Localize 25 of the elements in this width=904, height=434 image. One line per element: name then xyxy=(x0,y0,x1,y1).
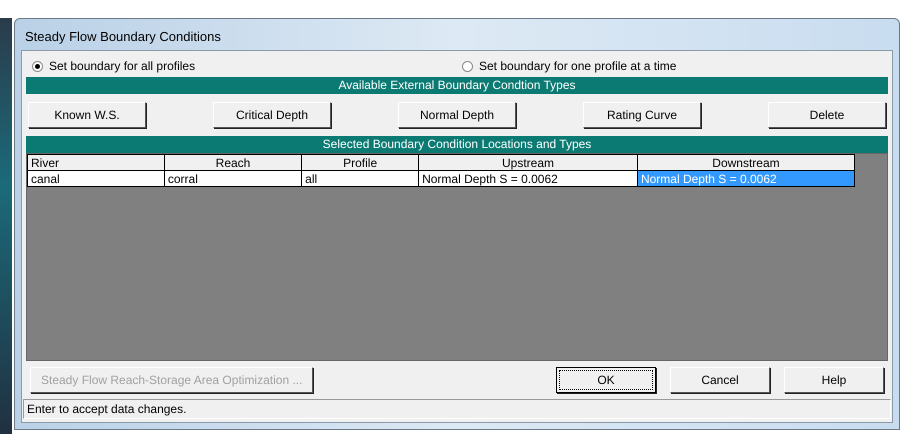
column-header: Profile xyxy=(302,154,419,170)
type-button[interactable]: Rating Curve xyxy=(583,102,701,128)
dialog-button[interactable]: OK xyxy=(556,367,656,393)
section-header: Selected Boundary Condition Locations and Types xyxy=(26,136,888,153)
type-button[interactable]: Critical Depth xyxy=(213,102,331,128)
dialog-button[interactable]: Cancel xyxy=(670,367,770,393)
radio-label: Set boundary for all profiles xyxy=(49,59,196,73)
type-button[interactable]: Known W.S. xyxy=(28,102,146,128)
type-button[interactable]: Normal Depth xyxy=(398,102,516,128)
column-header: Upstream xyxy=(418,154,638,170)
section-header: Available External Boundary Condtion Types xyxy=(26,77,888,94)
radio-label: Set boundary for one profile at a time xyxy=(479,59,676,73)
column-header: River xyxy=(28,154,164,170)
table-cell[interactable]: all xyxy=(302,170,419,186)
table-cell[interactable]: canal xyxy=(28,170,164,186)
radio-button[interactable] xyxy=(462,60,473,72)
table-cell[interactable]: corral xyxy=(164,170,302,186)
dialog-button[interactable]: Help xyxy=(784,367,884,393)
type-button[interactable]: Delete xyxy=(768,102,886,128)
column-header: Downstream xyxy=(637,154,854,170)
status-bar: Enter to accept data changes. xyxy=(23,399,891,419)
window-title: Steady Flow Boundary Conditions xyxy=(24,28,222,46)
radio-button[interactable] xyxy=(32,60,43,72)
table-cell[interactable]: Normal Depth S = 0.0062 xyxy=(418,170,638,186)
column-header: Reach xyxy=(164,154,302,170)
